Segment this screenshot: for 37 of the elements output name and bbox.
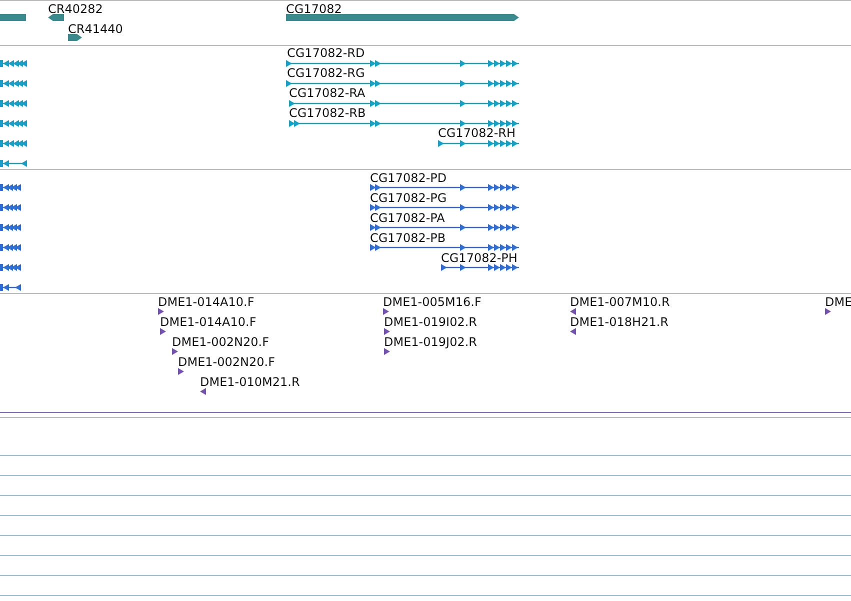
feature-label: CG17082-PB	[370, 231, 446, 245]
feature-label: DME	[825, 295, 851, 309]
feature-label: DME1-002N20.F	[178, 355, 276, 369]
feature-label: CG17082-RG	[287, 66, 365, 80]
feature-label: CG17082-RA	[289, 86, 366, 100]
feature-label: CG17082-RB	[289, 106, 366, 120]
feature-label: CG17082-RD	[287, 46, 365, 60]
feature-label: CG17082-PA	[370, 211, 445, 225]
feature-label: CG17082-PH	[441, 251, 518, 265]
protein-glyph	[0, 184, 21, 191]
feature-label: CR40282	[48, 2, 103, 16]
transcript-glyph	[0, 80, 27, 87]
feature-label: CG17082-RH	[438, 126, 516, 140]
feature-label: CG17082-PG	[370, 191, 447, 205]
feature-label: CR41440	[68, 22, 123, 36]
feature-label: DME1-005M16.F	[383, 295, 482, 309]
transcript-glyph	[0, 100, 27, 107]
feature-label: DME1-007M10.R	[570, 295, 670, 309]
feature-label: DME1-018H21.R	[570, 315, 668, 329]
protein-glyph	[0, 224, 21, 231]
feature-label: DME1-014A10.F	[158, 295, 254, 309]
protein-glyph	[0, 264, 21, 271]
feature-label: CG17082-PD	[370, 171, 447, 185]
feature-label: DME1-019I02.R	[384, 315, 478, 329]
transcript-glyph	[0, 120, 27, 127]
protein-glyph	[0, 204, 21, 211]
gene-glyph	[0, 14, 26, 21]
transcript-glyph	[0, 140, 27, 147]
feature-label: CG17082	[286, 2, 342, 16]
feature-label: DME1-014A10.F	[160, 315, 256, 329]
feature-label: DME1-010M21.R	[200, 375, 300, 389]
protein-glyph	[0, 244, 21, 251]
protein-glyph	[0, 284, 21, 291]
transcript-glyph	[0, 160, 27, 167]
feature-label: DME1-019J02.R	[384, 335, 478, 349]
transcript-glyph	[0, 60, 27, 67]
feature-label: DME1-002N20.F	[172, 335, 270, 349]
